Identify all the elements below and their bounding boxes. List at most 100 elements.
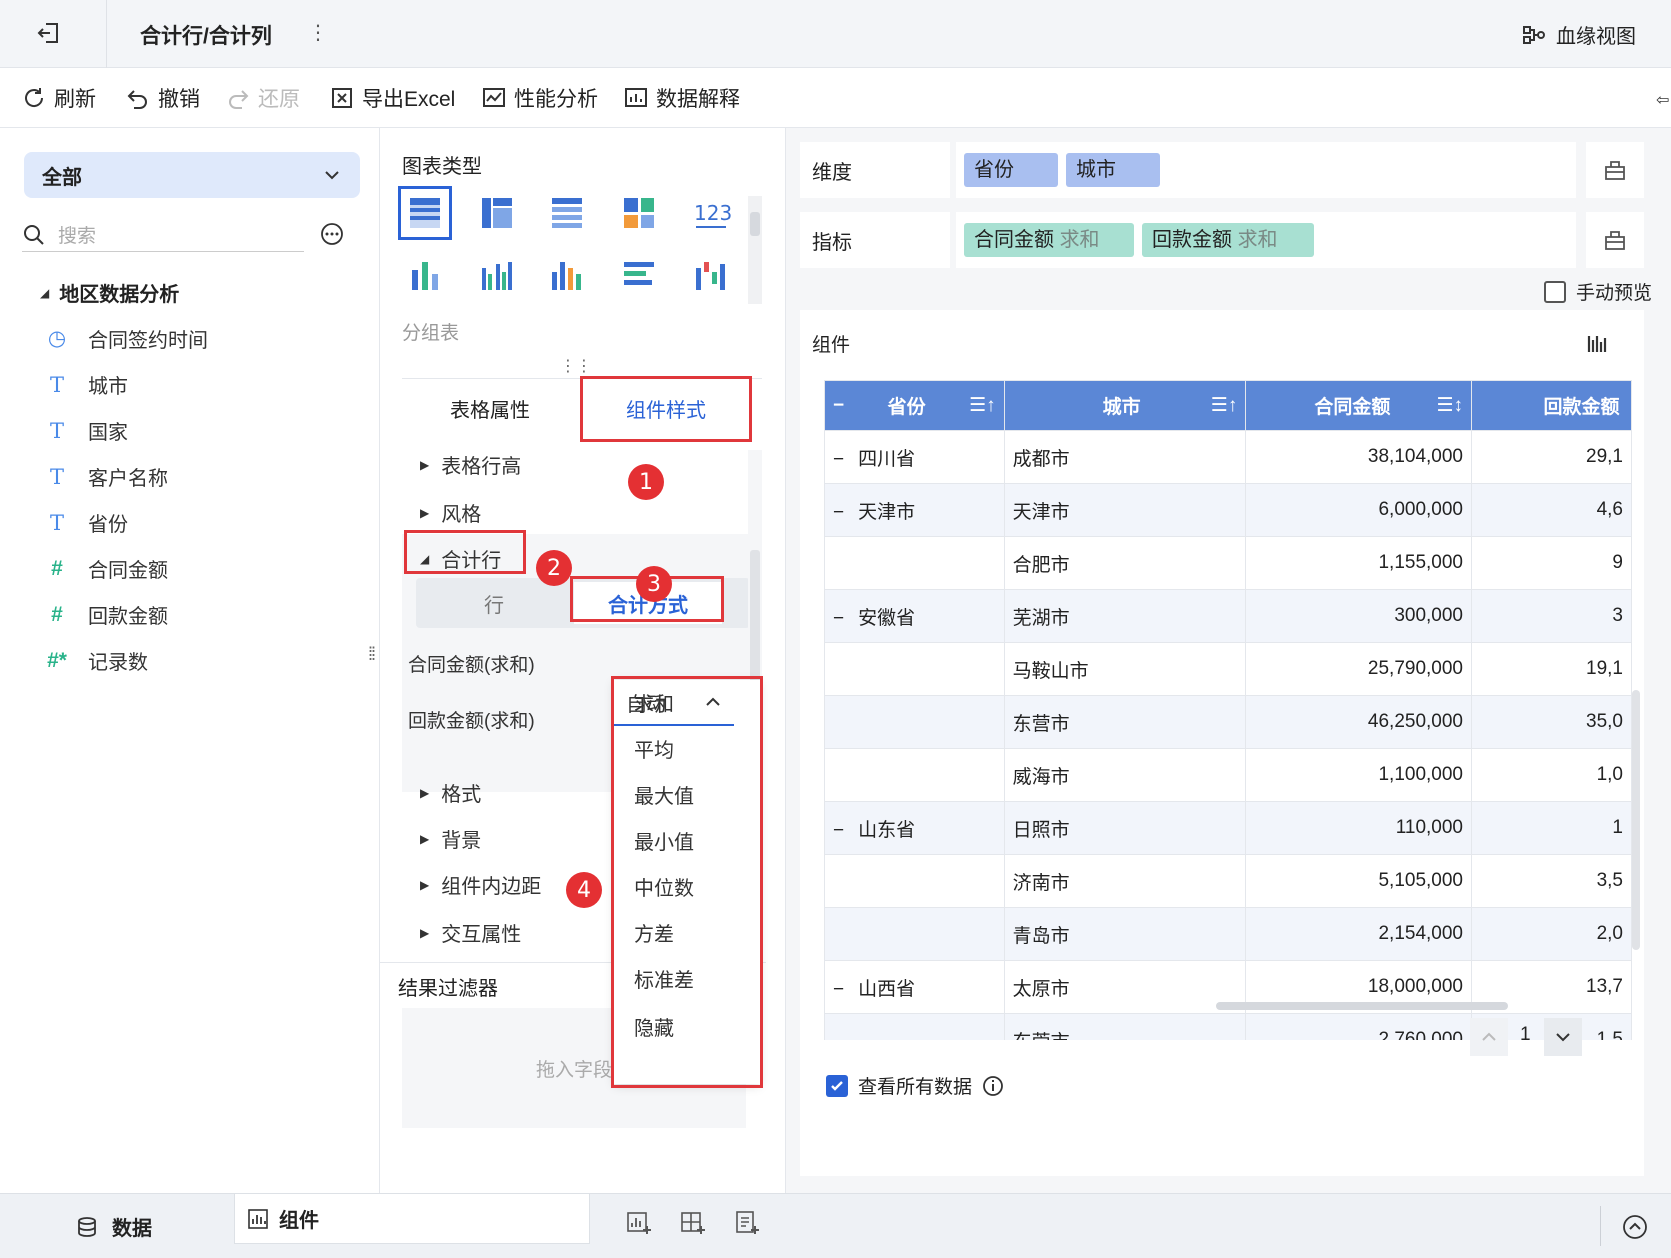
performance-button[interactable]: 性能分析	[482, 84, 598, 112]
table-row[interactable]: 威海市 1,100,000 1,0	[824, 748, 1632, 802]
component-tab[interactable]: 组件	[234, 1194, 590, 1244]
dimension-drop-zone[interactable]: 省份 城市	[956, 142, 1576, 198]
exit-icon[interactable]	[36, 20, 62, 46]
collapse-icon[interactable]: −	[833, 979, 844, 1000]
table-row[interactable]: 马鞍山市 25,790,000 19,1	[824, 642, 1632, 696]
search-field[interactable]: 搜索	[22, 218, 304, 252]
field-item[interactable]: T 国家	[46, 416, 128, 445]
table-row[interactable]: 合肥市 1,155,000 9	[824, 536, 1632, 590]
prop-interaction[interactable]: ▶ 交互属性	[420, 918, 521, 947]
header-city[interactable]: 城市 ☰↑	[1003, 380, 1247, 431]
horizontal-scrollbar[interactable]	[1216, 1002, 1508, 1010]
prop-format[interactable]: ▶ 格式	[420, 778, 481, 807]
table-row[interactable]: 东营市 46,250,000 35,0	[824, 695, 1632, 749]
text-type-icon: T	[49, 510, 64, 535]
payment-cell: 3,5	[1471, 854, 1632, 908]
waterfall-icon[interactable]	[684, 248, 738, 302]
field-item[interactable]: T 城市	[46, 370, 128, 399]
table-row[interactable]: − 山东省 日照市 110,000 1	[824, 801, 1632, 855]
prop-row-height[interactable]: ▶ 表格行高	[420, 450, 521, 479]
resize-handle-icon[interactable]: ⁞⁞	[368, 644, 376, 665]
column-icon[interactable]	[540, 248, 594, 302]
metric-settings-icon[interactable]	[1586, 212, 1644, 268]
field-item[interactable]: #* 记录数	[46, 646, 148, 675]
highlight-box-4	[611, 676, 763, 1088]
manual-preview-checkbox[interactable]: 手动预览	[1544, 278, 1652, 305]
search-placeholder: 搜索	[58, 226, 97, 247]
sort-icon[interactable]: ☰↑	[969, 394, 996, 417]
component-card: 组件 − 省份 ☰↑ 城市 ☰↑ 合同金额 ☰↕ 回款金额 − 四川省 成都市 38,104,…	[800, 310, 1644, 1176]
subtab-row[interactable]: 行	[416, 578, 572, 628]
number-icon[interactable]: 123	[684, 186, 738, 240]
redo-label: 还原	[258, 88, 300, 111]
metric-pill[interactable]: 合同金额 求和	[964, 223, 1134, 257]
collapse-up-icon[interactable]	[1622, 1214, 1648, 1240]
header-contract[interactable]: 合同金额 ☰↕	[1245, 380, 1472, 431]
dimension-settings-icon[interactable]	[1586, 142, 1644, 198]
total-field-label: 回款金额(求和)	[408, 711, 535, 732]
field-item[interactable]: T 客户名称	[46, 462, 168, 491]
view-all-data-checkbox[interactable]: 查看所有数据	[826, 1072, 1004, 1099]
undo-button[interactable]: 撤销	[126, 84, 200, 112]
data-explain-button[interactable]: 数据解释	[624, 84, 740, 112]
table-row[interactable]: − 安徽省 芜湖市 300,000 3	[824, 589, 1632, 643]
chart-type-scrollbar[interactable]	[748, 196, 762, 304]
table-row[interactable]: − 四川省 成都市 38,104,000 29,1	[824, 430, 1632, 484]
add-component-icon[interactable]	[626, 1210, 652, 1236]
drag-handle-icon[interactable]: ⋮⋮	[560, 356, 592, 376]
refresh-button[interactable]: 刷新	[22, 84, 96, 112]
dataset-node[interactable]: ◢ 地区数据分析	[40, 278, 179, 307]
payment-cell: 35,0	[1471, 695, 1632, 749]
field-item[interactable]: # 回款金额	[46, 600, 168, 629]
collapse-icon[interactable]: −	[833, 449, 844, 470]
bar-table-icon[interactable]	[612, 248, 666, 302]
lineage-view-button[interactable]: 血缘视图	[1522, 20, 1636, 49]
more-menu-icon[interactable]: ⋮	[308, 20, 328, 45]
multi-bar-icon[interactable]	[470, 248, 524, 302]
data-explain-label: 数据解释	[656, 88, 740, 111]
dimension-pill[interactable]: 城市	[1066, 153, 1160, 187]
field-item[interactable]: T 省份	[46, 508, 128, 537]
group-table-icon[interactable]	[398, 186, 452, 240]
scope-select[interactable]: 全部	[24, 152, 360, 198]
sort-icon[interactable]: ☰↕	[1436, 394, 1463, 417]
stacked-bar-icon[interactable]	[398, 248, 452, 302]
dimension-pill[interactable]: 省份	[964, 153, 1058, 187]
redo-button[interactable]: 还原	[226, 84, 300, 112]
chart-toggle-icon[interactable]	[1586, 332, 1610, 356]
vertical-scrollbar[interactable]	[1632, 690, 1640, 950]
header-province[interactable]: − 省份 ☰↑	[824, 380, 1005, 431]
add-report-icon[interactable]	[734, 1210, 760, 1236]
metric-drop-zone[interactable]: 合同金额 求和 回款金额 求和	[956, 212, 1576, 268]
detail-table-icon[interactable]	[540, 186, 594, 240]
sort-icon[interactable]: ☰↑	[1211, 394, 1238, 417]
metric-pill[interactable]: 回款金额 求和	[1142, 223, 1314, 257]
cross-table-icon[interactable]	[470, 186, 524, 240]
field-item[interactable]: ◷ 合同签约时间	[46, 324, 208, 353]
prop-style[interactable]: ▶ 风格	[420, 498, 481, 527]
table-row[interactable]: 济南市 5,105,000 3,5	[824, 854, 1632, 908]
collapse-icon[interactable]: −	[833, 820, 844, 841]
field-item[interactable]: # 合同金额	[46, 554, 168, 583]
tab-table-properties[interactable]: 表格属性	[402, 380, 578, 436]
data-tab[interactable]: 数据	[76, 1212, 152, 1241]
table-row[interactable]: 青岛市 2,154,000 2,0	[824, 907, 1632, 961]
table-row[interactable]: 东莞市2,760,0001,5	[824, 1013, 1632, 1040]
kpi-card-icon[interactable]	[612, 186, 666, 240]
table-row[interactable]: − 天津市 天津市 6,000,000 4,6	[824, 483, 1632, 537]
info-icon[interactable]	[982, 1075, 1004, 1097]
collapse-icon[interactable]: −	[833, 502, 844, 523]
page-down-button[interactable]	[1544, 1018, 1582, 1056]
collapse-icon[interactable]: −	[833, 608, 844, 629]
add-dashboard-icon[interactable]	[680, 1210, 706, 1236]
header-payment[interactable]: 回款金额	[1471, 380, 1632, 431]
export-excel-button[interactable]: 导出Excel	[330, 84, 455, 112]
prop-background[interactable]: ▶ 背景	[420, 824, 481, 853]
page-up-button[interactable]	[1470, 1018, 1508, 1056]
collapse-icon[interactable]: −	[833, 395, 844, 417]
more-options-icon[interactable]	[320, 222, 344, 246]
collapse-handle-icon[interactable]: ⇦	[1656, 90, 1669, 110]
province-cell: − 天津市	[824, 483, 1005, 537]
search-icon	[22, 223, 46, 247]
prop-padding[interactable]: ▶ 组件内边距	[420, 870, 541, 899]
